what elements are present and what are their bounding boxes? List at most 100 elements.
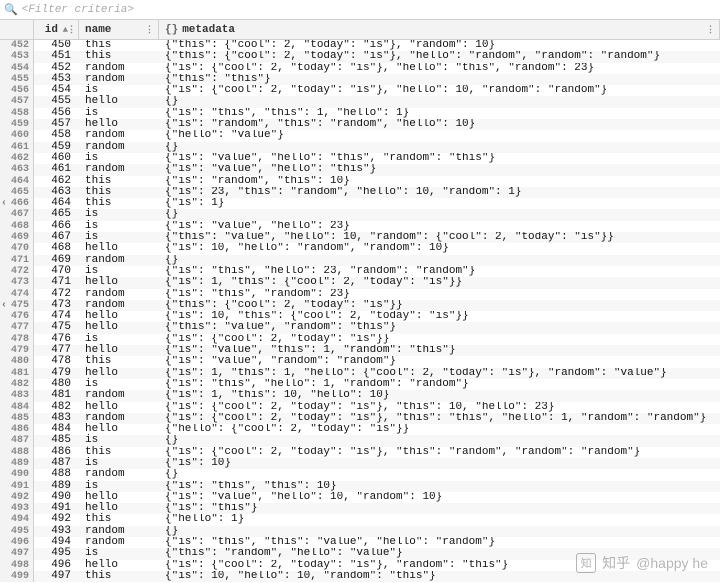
column-header-id[interactable]: id ▲ ⋮ [34,20,79,39]
row-number[interactable]: 488 [0,447,34,458]
cell-metadata: {"this": "this"} [159,74,720,85]
cell-name: this [79,356,159,367]
column-menu-icon[interactable]: ⋮ [706,25,715,35]
row-number[interactable]: 481 [0,368,34,379]
table-row[interactable]: 477475hello{"this": "value", "random": "… [0,322,720,333]
row-number[interactable]: 477 [0,322,34,333]
cell-metadata: {"is": {"cool": 2, "today": "is"}, "hell… [159,63,720,74]
table-row[interactable]: 483481random{"is": 1, "this": 10, "hello… [0,390,720,401]
row-number[interactable]: 491 [0,481,34,492]
table-row[interactable]: 496494random{"is": "this", "this": "valu… [0,537,720,548]
table-row[interactable]: 457455hello{} [0,96,720,107]
row-number[interactable]: 496 [0,537,34,548]
row-number[interactable]: 465 [0,187,34,198]
row-number[interactable]: 478 [0,334,34,345]
row-number[interactable]: 485 [0,413,34,424]
row-number[interactable]: 466‹ [0,198,34,209]
cell-id: 468 [34,243,79,254]
row-number[interactable]: 461 [0,142,34,153]
grid-body[interactable]: 452450this{"this": {"cool": 2, "today": … [0,40,720,583]
cell-metadata: {"hello": "value"} [159,130,720,141]
row-number[interactable]: 470 [0,243,34,254]
row-number[interactable]: 483 [0,390,34,401]
row-number[interactable]: 498 [0,560,34,571]
row-number[interactable]: 476 [0,311,34,322]
row-number[interactable]: 457 [0,96,34,107]
table-row[interactable]: 471469random{} [0,255,720,266]
column-header-metadata[interactable]: {} metadata ⋮ [159,20,720,39]
table-row[interactable]: 453451this{"this": {"cool": 2, "today": … [0,51,720,62]
table-row[interactable]: 468466is{"is": "value", "hello": 23} [0,221,720,232]
cell-metadata: {"is": "random", "this": "random", "hell… [159,119,720,130]
cell-metadata: {"is": {"cool": 2, "today": "is"}, "this… [159,413,720,424]
row-number[interactable]: 452 [0,40,34,51]
row-number[interactable]: 480 [0,356,34,367]
row-number[interactable]: 467 [0,209,34,220]
cell-metadata: {"this": "random", "hello": "value"} [159,548,720,559]
row-number[interactable]: 473 [0,277,34,288]
table-row[interactable]: 497495is{"this": "random", "hello": "val… [0,548,720,559]
row-number[interactable]: 484 [0,402,34,413]
table-row[interactable]: 455453random{"this": "this"} [0,74,720,85]
row-number[interactable]: 497 [0,548,34,559]
filter-input[interactable] [22,4,716,16]
column-menu-icon[interactable]: ⋮ [67,25,76,35]
row-number[interactable]: 492 [0,492,34,503]
table-row[interactable]: 487485is{} [0,435,720,446]
row-number[interactable]: 489 [0,458,34,469]
cell-name: random [79,130,159,141]
cell-metadata: {"is": {"cool": 2, "today": "is"}, "this… [159,402,720,413]
cell-id: 495 [34,548,79,559]
row-number[interactable]: 468 [0,221,34,232]
cell-metadata: {} [159,526,720,537]
table-row[interactable]: 488486this{"is": {"cool": 2, "today": "i… [0,447,720,458]
table-row[interactable]: 473471hello{"is": 1, "this": {"cool": 2,… [0,277,720,288]
row-number[interactable]: 495 [0,526,34,537]
row-number[interactable]: 479 [0,345,34,356]
table-row[interactable]: 470468hello{"is": 10, "hello": "random",… [0,243,720,254]
table-row[interactable]: 467465is{} [0,209,720,220]
table-row[interactable]: 461459random{} [0,142,720,153]
row-number[interactable]: 499 [0,571,34,582]
column-header-name[interactable]: name ⋮ [79,20,159,39]
row-number[interactable]: 494 [0,514,34,525]
table-row[interactable]: 490488random{} [0,469,720,480]
row-number[interactable]: 471 [0,255,34,266]
cell-metadata: {"is": 1, "this": {"cool": 2, "today": "… [159,277,720,288]
table-row[interactable]: 481479hello{"is": 1, "this": 1, "hello":… [0,368,720,379]
row-number[interactable]: 493 [0,503,34,514]
row-number[interactable]: 460 [0,130,34,141]
table-row[interactable]: 486484hello{"hello": {"cool": 2, "today"… [0,424,720,435]
column-menu-icon[interactable]: ⋮ [145,25,154,35]
row-number[interactable]: 464 [0,176,34,187]
row-number[interactable]: 475‹ [0,300,34,311]
gutter-header [0,20,34,39]
row-number[interactable]: 486 [0,424,34,435]
row-number[interactable]: 458 [0,108,34,119]
row-number[interactable]: 455 [0,74,34,85]
row-number[interactable]: 463 [0,164,34,175]
row-number[interactable]: 487 [0,435,34,446]
row-number[interactable]: 490 [0,469,34,480]
table-row[interactable]: 463461random{"is": "value", "hello": "th… [0,164,720,175]
row-number[interactable]: 472 [0,266,34,277]
cell-metadata: {"is": "value", "hello": 23} [159,221,720,232]
row-number[interactable]: 462 [0,153,34,164]
row-number[interactable]: 456 [0,85,34,96]
cell-id: 497 [34,571,79,582]
row-number[interactable]: 474 [0,289,34,300]
row-number[interactable]: 482 [0,379,34,390]
row-number[interactable]: 454 [0,63,34,74]
row-number[interactable]: 469 [0,232,34,243]
table-row[interactable]: 480478this{"is": "value", "random": "ran… [0,356,720,367]
cell-metadata: {} [159,469,720,480]
cell-metadata: {"is": 1, "this": 10, "hello": 10} [159,390,720,401]
cell-id: 478 [34,356,79,367]
table-row[interactable]: 466‹464this{"is": 1} [0,198,720,209]
row-number[interactable]: 459 [0,119,34,130]
cell-metadata: {} [159,209,720,220]
cell-metadata: {"is": "this", "hello": 23, "random": "r… [159,266,720,277]
table-row[interactable]: 499497this{"is": 10, "hello": 10, "rando… [0,571,720,582]
table-row[interactable]: 460458random{"hello": "value"} [0,130,720,141]
row-number[interactable]: 453 [0,51,34,62]
